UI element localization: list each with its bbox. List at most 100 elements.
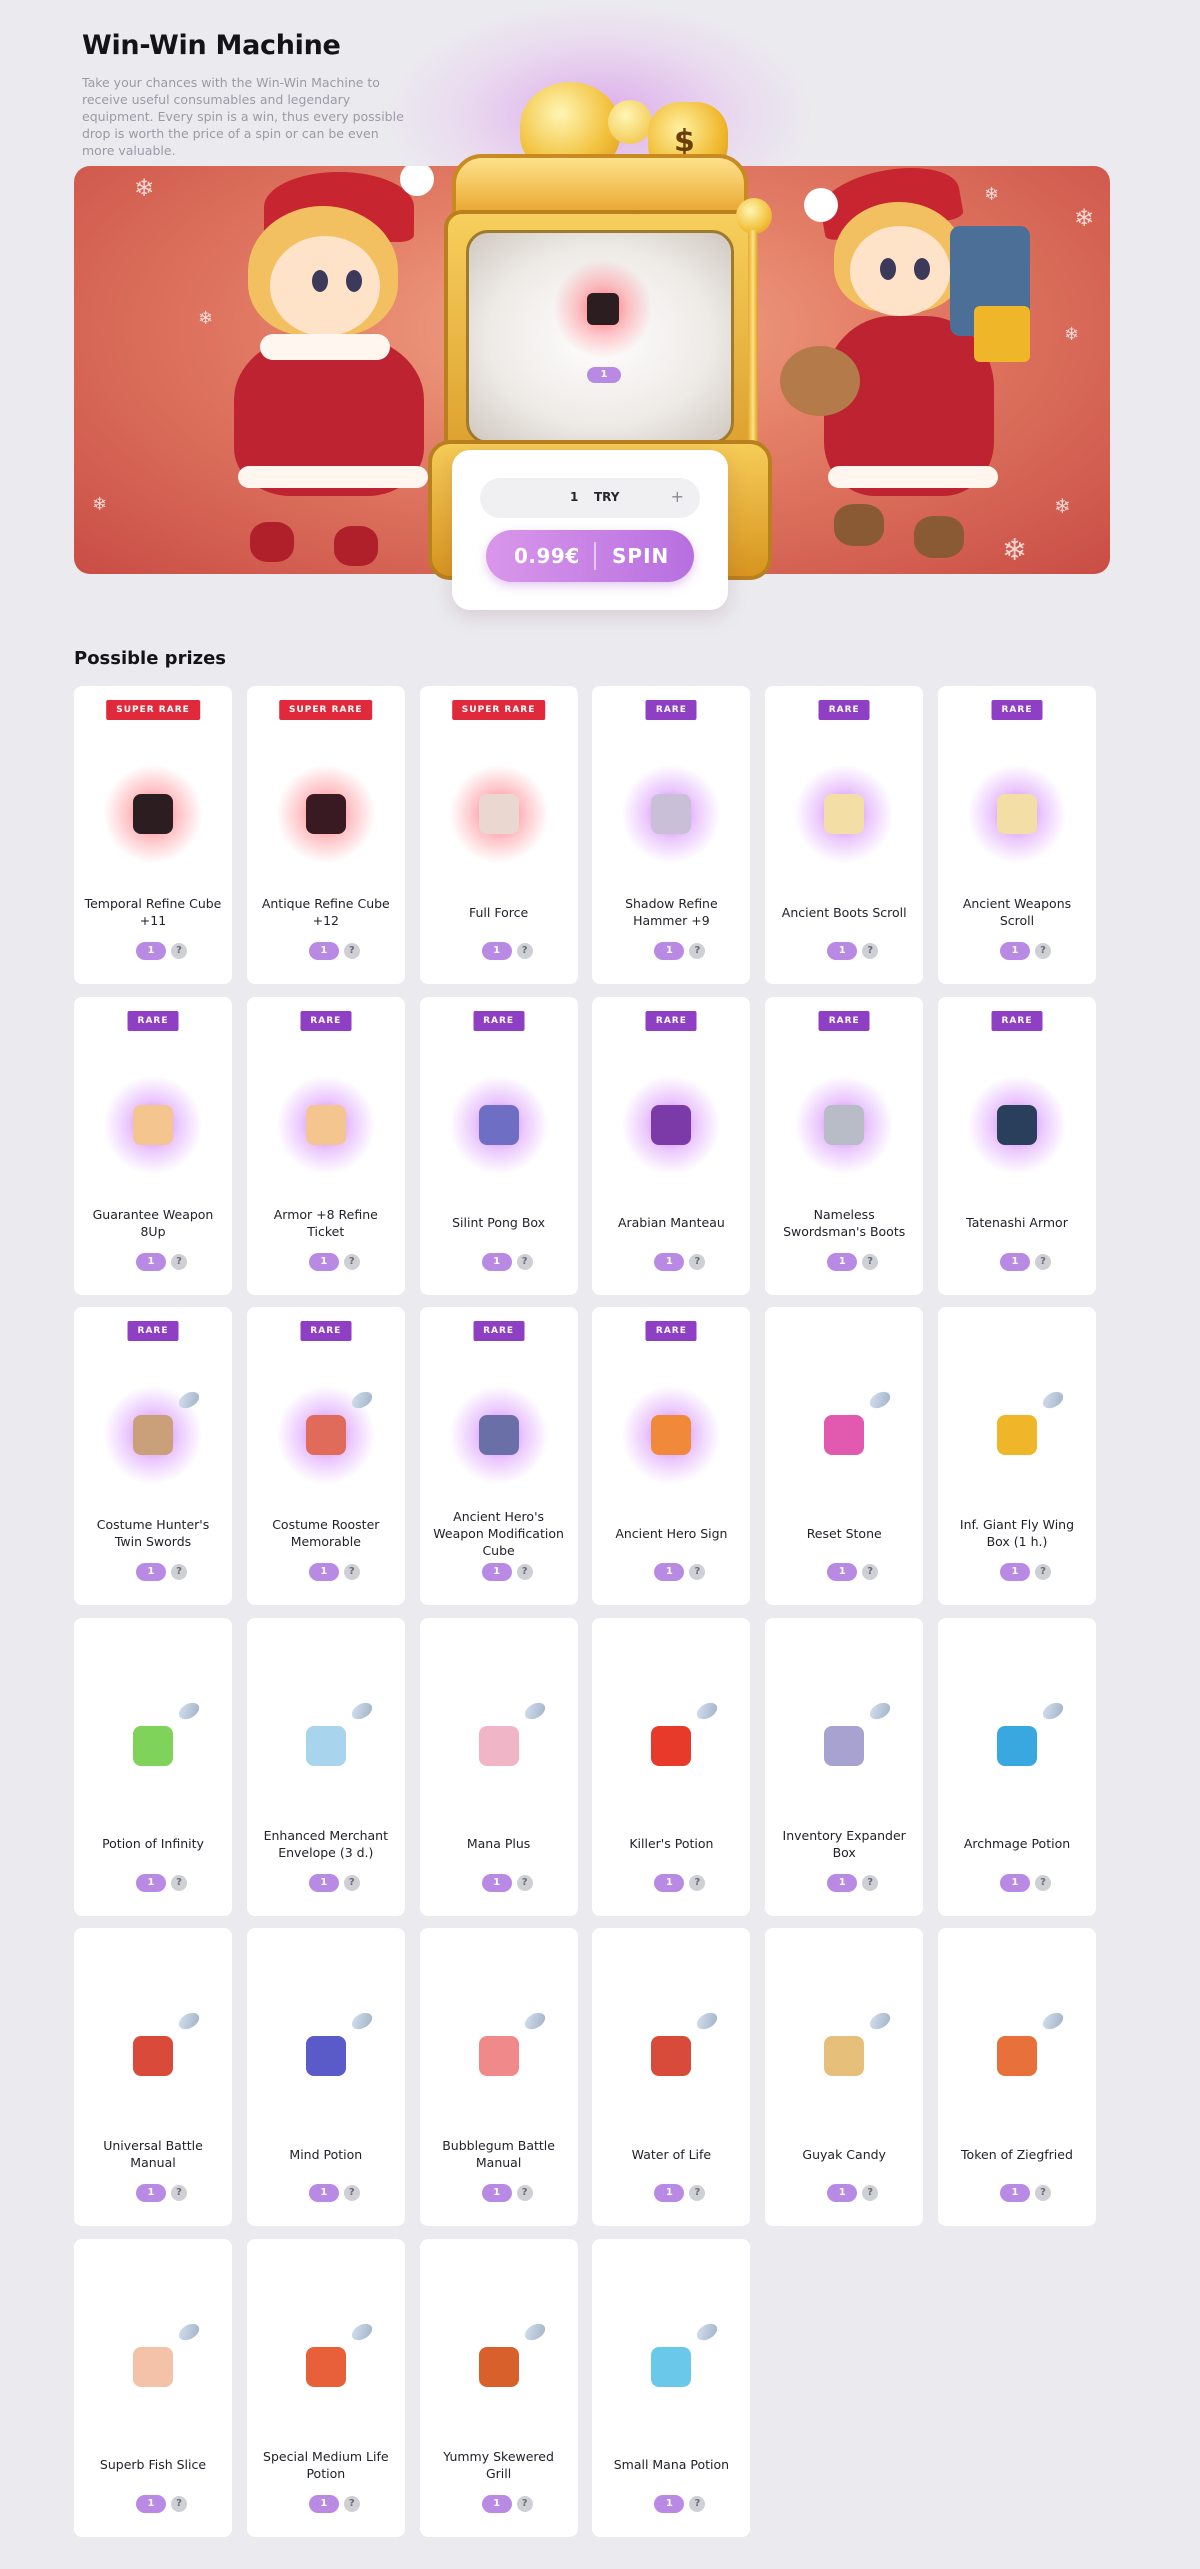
info-icon[interactable]: ? — [689, 2495, 706, 2512]
prize-name: Small Mana Potion — [613, 2457, 730, 2473]
prize-card[interactable]: RARE Shadow Refine Hammer +9 1? — [592, 686, 751, 984]
prize-card[interactable]: Archmage Potion 1? — [937, 1617, 1096, 1916]
prize-card[interactable]: RARE Costume Rooster Memorable 1? — [246, 1307, 405, 1606]
info-icon[interactable]: ? — [516, 2495, 533, 2512]
page-description: Take your chances with the Win-Win Machi… — [82, 75, 404, 158]
lever-knob[interactable] — [736, 198, 772, 234]
info-icon[interactable]: ? — [171, 1874, 187, 1891]
info-icon[interactable]: ? — [862, 2185, 879, 2202]
mascot-blob-small — [608, 100, 652, 144]
prize-card[interactable]: Small Mana Potion 1? — [592, 2238, 751, 2537]
plus-icon[interactable]: + — [671, 487, 684, 506]
info-icon[interactable]: ? — [689, 943, 706, 959]
eye — [346, 270, 362, 292]
prize-name: Guyak Candy — [802, 2146, 886, 2162]
info-icon[interactable]: ? — [689, 2185, 706, 2202]
hammer-icon — [651, 794, 692, 834]
fur-trim — [828, 466, 998, 488]
hat-pom — [804, 188, 838, 222]
info-icon[interactable]: ? — [516, 1253, 533, 1270]
prize-card[interactable]: Mana Plus 1? — [419, 1617, 578, 1916]
prize-card[interactable]: RARE Ancient Hero's Weapon Modification C… — [419, 1307, 578, 1606]
page-title: Win-Win Machine — [82, 30, 341, 61]
cube-icon — [305, 794, 346, 834]
prize-card[interactable]: RARE Armor +8 Refine Ticket 1? — [246, 996, 405, 1295]
prize-card[interactable]: RARE Arabian Manteau 1? — [592, 996, 751, 1295]
prize-card[interactable]: RARE Costume Hunter's Twin Swords 1? — [74, 1307, 232, 1606]
quantity-badge: 1 — [308, 2494, 339, 2513]
info-icon[interactable]: ? — [689, 1564, 706, 1581]
prize-card[interactable]: Yummy Skewered Grill 1? — [419, 2238, 578, 2537]
prize-card[interactable]: SUPER RARE Temporal Refine Cube +11 1? — [74, 686, 232, 984]
info-icon[interactable]: ? — [343, 943, 360, 959]
prize-card[interactable]: Enhanced Merchant Envelope (3 d.) 1? — [246, 1617, 405, 1916]
info-icon[interactable]: ? — [1034, 1874, 1051, 1891]
prize-card[interactable]: Superb Fish Slice 1? — [74, 2238, 232, 2537]
scroll-icon — [996, 794, 1037, 834]
prize-card[interactable]: Bubblegum Battle Manual 1? — [419, 1928, 578, 2227]
info-icon[interactable]: ? — [516, 1564, 533, 1581]
info-icon[interactable]: ? — [343, 2185, 360, 2202]
boot — [914, 516, 964, 558]
fish-icon — [133, 2346, 173, 2387]
eye — [914, 258, 930, 280]
info-icon[interactable]: ? — [689, 1874, 706, 1891]
prize-card[interactable]: Universal Battle Manual 1? — [74, 1928, 232, 2227]
prize-card[interactable]: Inventory Expander Box 1? — [765, 1617, 924, 1916]
prize-name: Mind Potion — [289, 2146, 363, 2162]
book-icon — [478, 2036, 519, 2077]
prize-card[interactable]: RARE Ancient Hero Sign 1? — [592, 1307, 751, 1606]
prize-card[interactable]: RARE Nameless Swordsman's Boots 1? — [765, 996, 924, 1295]
prize-card[interactable]: Inf. Giant Fly Wing Box (1 h.) 1? — [937, 1307, 1096, 1606]
prize-card[interactable]: RARE Tatenashi Armor 1? — [937, 996, 1096, 1295]
prize-card[interactable]: RARE Ancient Weapons Scroll 1? — [937, 686, 1096, 984]
info-icon[interactable]: ? — [1034, 943, 1051, 959]
info-icon[interactable]: ? — [343, 1564, 360, 1581]
prize-card[interactable]: Guyak Candy 1? — [765, 1928, 924, 2227]
prize-card[interactable]: Potion of Infinity 1? — [74, 1617, 232, 1916]
info-icon[interactable]: ? — [1034, 1564, 1051, 1581]
quantity-badge: 1 — [136, 1873, 166, 1892]
info-icon[interactable]: ? — [343, 2495, 360, 2512]
info-icon[interactable]: ? — [862, 1874, 879, 1891]
info-icon[interactable]: ? — [171, 1564, 187, 1581]
prize-card[interactable]: Special Medium Life Potion 1? — [246, 2238, 405, 2537]
info-icon[interactable]: ? — [1034, 2185, 1051, 2202]
info-icon[interactable]: ? — [516, 2185, 533, 2202]
bonus-gem-icon — [521, 2320, 548, 2344]
prize-name: Ancient Boots Scroll — [781, 904, 907, 920]
prize-name: Bubblegum Battle Manual — [442, 2138, 555, 2171]
prize-name: Ancient Hero's Weapon Modification Cube — [433, 1508, 564, 1558]
prize-card[interactable]: Reset Stone 1? — [765, 1307, 924, 1606]
info-icon[interactable]: ? — [171, 943, 187, 959]
prize-card[interactable]: SUPER RARE Full Force 1? — [419, 686, 578, 984]
eye — [312, 270, 328, 292]
info-icon[interactable]: ? — [171, 1253, 187, 1270]
try-count-control[interactable]: 1 TRY + — [480, 478, 700, 518]
info-icon[interactable]: ? — [689, 1253, 706, 1270]
info-icon[interactable]: ? — [171, 2185, 187, 2202]
info-icon[interactable]: ? — [862, 1253, 879, 1270]
prize-card[interactable]: Water of Life 1? — [592, 1928, 751, 2227]
prize-name: Antique Refine Cube +12 — [261, 896, 390, 928]
prize-card[interactable]: Killer's Potion 1? — [592, 1617, 751, 1916]
info-icon[interactable]: ? — [862, 943, 879, 959]
boot — [834, 504, 884, 546]
spin-button[interactable]: 0.99€ SPIN — [486, 530, 694, 582]
prize-card[interactable]: Token of Ziegfried 1? — [937, 1928, 1096, 2227]
info-icon[interactable]: ? — [1034, 1253, 1051, 1270]
info-icon[interactable]: ? — [343, 1874, 360, 1891]
prize-card[interactable]: RARE Silint Pong Box 1? — [419, 996, 578, 1295]
snowflake-icon: ❄ — [1074, 204, 1095, 232]
cube-icon — [587, 293, 619, 325]
prize-card[interactable]: RARE Guarantee Weapon 8Up 1? — [74, 996, 232, 1295]
info-icon[interactable]: ? — [171, 2495, 187, 2512]
info-icon[interactable]: ? — [516, 943, 533, 959]
bonus-gem-icon — [1039, 2009, 1067, 2033]
info-icon[interactable]: ? — [343, 1253, 360, 1270]
prize-card[interactable]: SUPER RARE Antique Refine Cube +12 1? — [246, 686, 405, 984]
info-icon[interactable]: ? — [862, 1564, 879, 1581]
info-icon[interactable]: ? — [516, 1874, 533, 1891]
prize-card[interactable]: RARE Ancient Boots Scroll 1? — [765, 686, 924, 984]
prize-card[interactable]: Mind Potion 1? — [246, 1928, 405, 2227]
